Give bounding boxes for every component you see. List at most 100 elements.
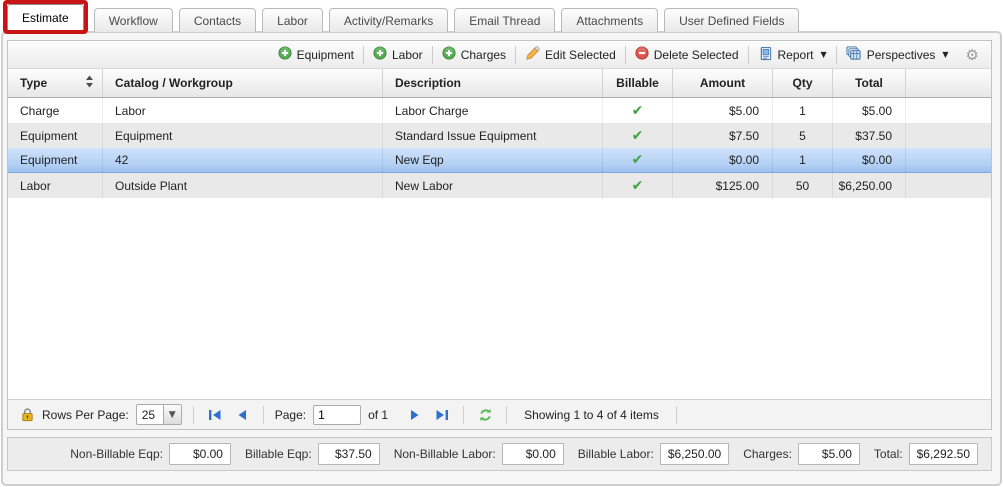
tab-label: User Defined Fields: [679, 14, 784, 28]
tab-label: Contacts: [194, 14, 241, 28]
cell-qty: 1: [773, 98, 833, 123]
cell-amount: $5.00: [673, 98, 773, 123]
next-page-button[interactable]: [405, 405, 425, 425]
prev-page-button[interactable]: [232, 405, 252, 425]
cell-type: Charge: [8, 98, 103, 123]
tab-label: Estimate: [22, 11, 69, 25]
showing-items-text: Showing 1 to 4 of 4 items: [524, 408, 659, 422]
table-row[interactable]: Labor Outside Plant New Labor ✔ $125.00 …: [8, 173, 991, 198]
pagination-separator: [193, 406, 194, 424]
charges-label: Charges:: [743, 447, 792, 461]
rows-per-page-value: 25: [137, 408, 163, 422]
totals-summary-bar: Non-Billable Eqp: $0.00 Billable Eqp: $3…: [7, 437, 992, 471]
toolbar-separator: [625, 46, 626, 64]
check-icon: ✔: [632, 103, 644, 119]
cell-total: $0.00: [833, 148, 906, 172]
gear-icon[interactable]: ⚙: [966, 46, 979, 64]
button-label: Perspectives: [867, 48, 936, 62]
add-equipment-button[interactable]: Equipment: [271, 44, 361, 66]
add-charges-button[interactable]: Charges: [435, 44, 513, 66]
chevron-down-icon: ▼: [821, 50, 827, 59]
page-input[interactable]: [313, 405, 361, 425]
cell-type: Equipment: [8, 123, 103, 148]
button-label: Delete Selected: [654, 48, 739, 62]
column-header-description[interactable]: Description: [383, 69, 603, 97]
column-header-total[interactable]: Total: [833, 69, 906, 97]
perspectives-menu-button[interactable]: Perspectives ▼: [839, 44, 956, 66]
chevron-down-icon: ▼: [163, 405, 181, 424]
cell-filler: [906, 173, 991, 198]
toolbar-separator: [748, 46, 749, 64]
column-label: Qty: [792, 76, 812, 90]
cell-description: New Labor: [383, 173, 603, 198]
tab-attachments[interactable]: Attachments: [561, 8, 658, 32]
tab-contacts[interactable]: Contacts: [179, 8, 256, 32]
page-count-label: of 1: [368, 408, 388, 422]
page-label: Page:: [275, 408, 306, 422]
edit-selected-button[interactable]: Edit Selected: [518, 44, 623, 66]
lock-icon[interactable]: [20, 407, 35, 422]
pagination-separator: [463, 406, 464, 424]
cell-catalog: Equipment: [103, 123, 383, 148]
sort-icon: [85, 75, 94, 91]
cell-amount: $7.50: [673, 123, 773, 148]
column-label: Catalog / Workgroup: [115, 76, 233, 90]
tab-workflow[interactable]: Workflow: [94, 8, 173, 32]
total-label: Total:: [874, 447, 903, 461]
toolbar-separator: [836, 46, 837, 64]
remove-icon: [635, 46, 649, 63]
tab-labor[interactable]: Labor: [262, 8, 323, 32]
cell-description: New Eqp: [383, 148, 603, 172]
charges-value: $5.00: [798, 443, 860, 465]
column-header-type[interactable]: Type: [8, 69, 103, 97]
table-row[interactable]: Equipment Equipment Standard Issue Equip…: [8, 123, 991, 148]
delete-selected-button[interactable]: Delete Selected: [628, 44, 746, 66]
cell-billable: ✔: [603, 98, 673, 123]
rows-per-page-select[interactable]: 25 ▼: [136, 404, 182, 425]
add-labor-button[interactable]: Labor: [366, 44, 430, 66]
cell-total: $5.00: [833, 98, 906, 123]
tab-estimate[interactable]: Estimate: [7, 4, 84, 30]
column-header-catalog[interactable]: Catalog / Workgroup: [103, 69, 383, 97]
billable-labor-value: $6,250.00: [660, 443, 729, 465]
tab-email-thread[interactable]: Email Thread: [454, 8, 555, 32]
tab-activity-remarks[interactable]: Activity/Remarks: [329, 8, 448, 32]
toolbar-separator: [515, 46, 516, 64]
column-header-filler: [906, 69, 991, 97]
check-icon: ✔: [632, 178, 644, 194]
cell-type: Equipment: [8, 148, 103, 172]
refresh-icon[interactable]: [475, 405, 495, 425]
toolbar-separator: [363, 46, 364, 64]
cell-filler: [906, 98, 991, 123]
non-billable-eqp-value: $0.00: [169, 443, 231, 465]
billable-eqp-value: $37.50: [318, 443, 380, 465]
annotation-highlight-box: Estimate: [3, 0, 88, 34]
cell-total: $37.50: [833, 123, 906, 148]
column-header-qty[interactable]: Qty: [773, 69, 833, 97]
grid-toolbar: Equipment Labor Charges Edit Selected De…: [8, 41, 991, 69]
billable-labor-label: Billable Labor:: [578, 447, 654, 461]
column-header-billable[interactable]: Billable: [603, 69, 673, 97]
tab-user-defined-fields[interactable]: User Defined Fields: [664, 8, 799, 32]
cell-qty: 50: [773, 173, 833, 198]
column-header-amount[interactable]: Amount: [673, 69, 773, 97]
non-billable-labor-value: $0.00: [502, 443, 564, 465]
table-row-selected[interactable]: Equipment 42 New Eqp ✔ $0.00 1 $0.00: [8, 148, 991, 173]
column-label: Total: [855, 76, 883, 90]
estimate-grid: Equipment Labor Charges Edit Selected De…: [7, 40, 992, 430]
cell-catalog: Outside Plant: [103, 173, 383, 198]
column-label: Type: [20, 76, 47, 90]
cell-amount: $0.00: [673, 148, 773, 172]
last-page-button[interactable]: [432, 405, 452, 425]
pagination-separator: [676, 406, 677, 424]
first-page-button[interactable]: [205, 405, 225, 425]
cell-type: Labor: [8, 173, 103, 198]
table-row[interactable]: Charge Labor Labor Charge ✔ $5.00 1 $5.0…: [8, 98, 991, 123]
pagination-separator: [263, 406, 264, 424]
rows-per-page-label: Rows Per Page:: [42, 408, 129, 422]
button-label: Charges: [461, 48, 506, 62]
chevron-down-icon: ▼: [942, 50, 948, 59]
report-menu-button[interactable]: Report ▼: [751, 44, 834, 66]
tab-label: Email Thread: [469, 14, 540, 28]
button-label: Edit Selected: [545, 48, 616, 62]
